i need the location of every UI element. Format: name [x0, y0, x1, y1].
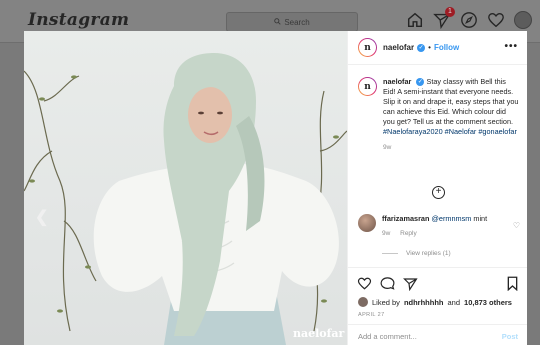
- likes-summary: Liked by ndhrhhhhh and 10,873 others: [358, 297, 512, 307]
- post-header: n naelofar ✓ • Follow •••: [348, 31, 527, 65]
- separator-dot: •: [428, 43, 431, 52]
- caption-age: 9w: [383, 144, 392, 151]
- comment-text: mint: [473, 214, 488, 223]
- comment-bubble-icon[interactable]: [380, 276, 395, 296]
- author-username[interactable]: naelofar: [383, 43, 414, 52]
- post-side-panel: n naelofar ✓ • Follow ••• n naelofar ✓ S…: [347, 31, 527, 345]
- post-modal: ❮ naelofar n naelofar ✓ • Follow ••• n n…: [24, 31, 527, 345]
- replies-divider: [382, 253, 398, 254]
- share-paper-plane-icon[interactable]: [403, 276, 418, 296]
- commenter-username[interactable]: ffarizamasran: [382, 214, 429, 223]
- reply-button[interactable]: Reply: [400, 230, 417, 237]
- author-avatar[interactable]: n: [358, 38, 377, 57]
- liker-avatar[interactable]: [358, 297, 368, 307]
- search-placeholder: Search: [284, 17, 310, 27]
- home-icon[interactable]: [406, 11, 424, 29]
- photo-illustration: [24, 53, 347, 345]
- caption-author-avatar[interactable]: n: [358, 77, 377, 96]
- save-bookmark-icon[interactable]: [506, 276, 519, 296]
- view-replies[interactable]: View replies (1): [382, 250, 451, 257]
- caption-text-block: naelofar ✓ Stay classy with Bell this Ei…: [383, 77, 519, 137]
- load-more-comments-plus-icon[interactable]: +: [432, 186, 445, 199]
- post-date: APRIL 27: [358, 312, 385, 318]
- liker-username[interactable]: ndhrhhhhh: [404, 298, 444, 307]
- explore-compass-icon[interactable]: [460, 11, 478, 29]
- comment-text-block: ffarizamasran @ermnmsm mint: [382, 214, 502, 224]
- profile-avatar[interactable]: [514, 11, 532, 29]
- comment-mention[interactable]: @ermnmsm: [431, 214, 471, 223]
- brand-watermark: naelofar: [293, 327, 345, 340]
- caption-verified-badge-icon: ✓: [416, 78, 425, 87]
- view-replies-label[interactable]: View replies (1): [406, 250, 451, 257]
- instagram-logo[interactable]: Instagram: [28, 10, 129, 30]
- add-comment-bar: Add a comment... Post: [348, 324, 527, 345]
- caption-hashtags[interactable]: #Naelofaraya2020 #Naelofar #gonaelofar: [383, 127, 517, 136]
- direct-messages-icon[interactable]: 1: [433, 7, 455, 30]
- likes-count[interactable]: 10,873 others: [464, 298, 512, 307]
- activity-heart-icon[interactable]: [487, 11, 505, 29]
- post-caption: n naelofar ✓ Stay classy with Bell this …: [358, 77, 520, 151]
- like-heart-icon[interactable]: [357, 276, 372, 296]
- post-actions: Liked by ndhrhhhhh and 10,873 others APR…: [348, 267, 527, 345]
- verified-badge-icon: ✓: [417, 43, 426, 52]
- comment-age: 9w: [382, 230, 391, 237]
- commenter-avatar[interactable]: [358, 214, 376, 232]
- likes-prefix: Liked by: [372, 297, 400, 307]
- more-options-icon[interactable]: •••: [504, 41, 518, 52]
- post-comment-button[interactable]: Post: [502, 332, 518, 341]
- comment-item: ffarizamasran @ermnmsm mint 9w Reply: [358, 214, 520, 237]
- follow-button[interactable]: Follow: [434, 43, 459, 52]
- add-comment-input[interactable]: Add a comment...: [358, 332, 417, 341]
- post-photo[interactable]: ❮ naelofar: [24, 31, 347, 345]
- previous-post-chevron-icon[interactable]: ❮: [35, 207, 48, 227]
- caption-username[interactable]: naelofar: [383, 77, 411, 86]
- comment-like-heart-icon[interactable]: ♡: [513, 221, 520, 230]
- search-icon: [274, 17, 281, 27]
- notification-badge: 1: [445, 7, 455, 17]
- search-input[interactable]: Search: [226, 12, 358, 32]
- likes-middle: and: [447, 297, 461, 307]
